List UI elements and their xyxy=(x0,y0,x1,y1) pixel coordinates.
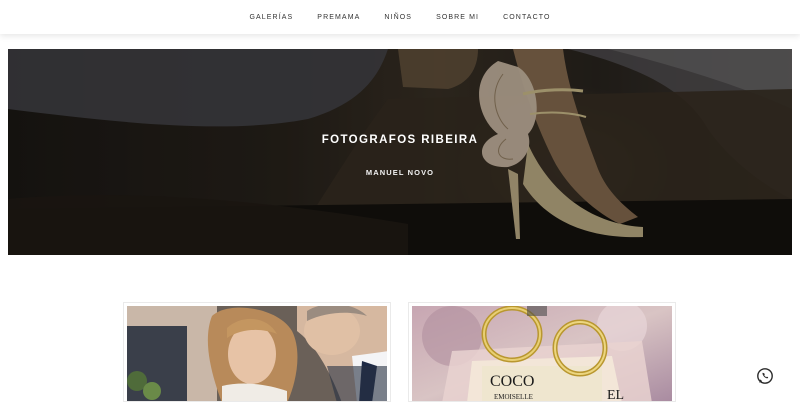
bride-and-father-photo[interactable] xyxy=(127,306,387,401)
whatsapp-button[interactable] xyxy=(756,367,774,385)
hero-overlay xyxy=(8,49,792,255)
wedding-rings-on-perfume-photo[interactable]: COCO EMOISELLE EL xyxy=(412,306,672,401)
nav-link-contacto[interactable]: CONTACTO xyxy=(503,8,550,27)
whatsapp-icon xyxy=(757,368,773,384)
perfume-label-sub: EMOISELLE xyxy=(494,393,533,401)
nav-item-contacto[interactable]: CONTACTO xyxy=(503,8,550,27)
hero-subtitle: MANUEL NOVO xyxy=(365,168,435,177)
bride-photo-art xyxy=(127,306,387,401)
hero-banner: FOTOGRAFOS RIBEIRA MANUEL NOVO xyxy=(8,49,792,255)
hero-title: FOTOGRAFOS RIBEIRA xyxy=(321,134,479,146)
gallery-card-rings[interactable]: COCO EMOISELLE EL xyxy=(408,302,676,402)
nav-item-galerias[interactable]: GALERÍAS xyxy=(249,8,293,27)
nav-link-galerias[interactable]: GALERÍAS xyxy=(249,8,293,27)
nav-link-sobre-mi[interactable]: SOBRE MI xyxy=(436,8,479,27)
top-navigation: GALERÍAS PREMAMA NIÑOS SOBRE MI CONTACTO xyxy=(0,0,800,34)
nav-menu: GALERÍAS PREMAMA NIÑOS SOBRE MI CONTACTO xyxy=(237,8,562,27)
nav-link-ninos[interactable]: NIÑOS xyxy=(384,8,412,27)
gallery-card-bride[interactable] xyxy=(123,302,391,402)
perfume-label-coco: COCO xyxy=(490,373,534,390)
rings-photo-art: COCO EMOISELLE EL xyxy=(412,306,672,401)
nav-item-ninos[interactable]: NIÑOS xyxy=(384,8,412,27)
nav-link-premama[interactable]: PREMAMA xyxy=(317,8,360,27)
nav-item-sobre-mi[interactable]: SOBRE MI xyxy=(436,8,479,27)
perfume-label-side: EL xyxy=(607,388,624,401)
nav-item-premama[interactable]: PREMAMA xyxy=(317,8,360,27)
